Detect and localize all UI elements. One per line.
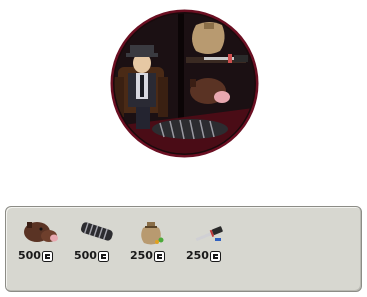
reward-amount: 250 [186, 249, 209, 262]
reward-cost: 250 [186, 249, 236, 263]
reward-amount: 500 [18, 249, 41, 262]
animal-head-icon [21, 216, 61, 246]
prize-scene-illustration [108, 7, 261, 160]
reward-item-knife[interactable]: 250 [186, 216, 236, 278]
reward-amount: 250 [130, 249, 153, 262]
reward-panel: 500 500 250 250 [5, 206, 362, 292]
coin-icon [209, 250, 221, 262]
coin-icon [153, 250, 165, 262]
coin-icon [41, 250, 53, 262]
reward-amount: 500 [74, 249, 97, 262]
reward-cost: 250 [130, 249, 180, 263]
wrapped-bundle-icon [77, 216, 117, 246]
reward-item-wrapped-bundle[interactable]: 500 [74, 216, 124, 278]
reward-cost: 500 [18, 249, 68, 263]
coin-icon [97, 250, 109, 262]
reward-item-money-sack[interactable]: 250 [130, 216, 180, 278]
knife-icon [189, 216, 229, 246]
reward-item-animal-head[interactable]: 500 [18, 216, 68, 278]
reward-cost: 500 [74, 249, 124, 263]
money-sack-icon [133, 216, 173, 246]
